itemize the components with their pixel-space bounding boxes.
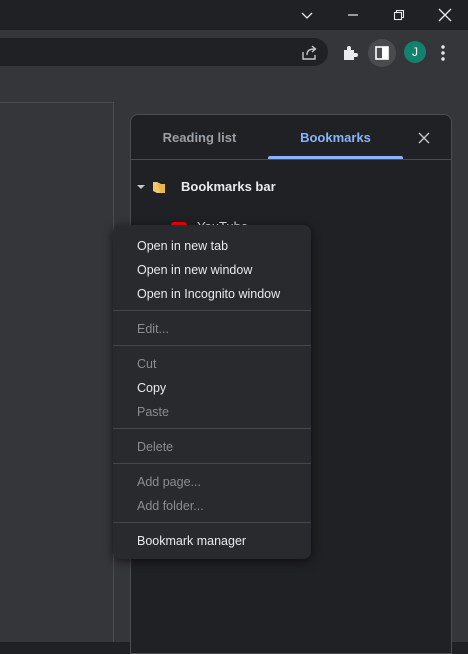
side-panel-button[interactable] xyxy=(368,39,396,67)
minimize-button[interactable] xyxy=(330,0,376,30)
menu-separator xyxy=(113,310,311,311)
menu-item-bookmark-manager[interactable]: Bookmark manager xyxy=(113,529,311,553)
tab-bookmarks[interactable]: Bookmarks xyxy=(268,115,403,159)
menu-item-cut[interactable]: Cut xyxy=(113,352,311,376)
folder-label: Bookmarks bar xyxy=(181,179,276,194)
menu-separator xyxy=(113,463,311,464)
restore-icon xyxy=(393,9,405,21)
menu-item-open-in-new-tab[interactable]: Open in new tab xyxy=(113,234,311,258)
close-icon xyxy=(438,8,452,22)
menu-item-paste[interactable]: Paste xyxy=(113,400,311,424)
profile-avatar[interactable]: J xyxy=(404,41,426,63)
tab-reading-list[interactable]: Reading list xyxy=(131,115,268,159)
menu-separator xyxy=(113,522,311,523)
menu-item-edit[interactable]: Edit... xyxy=(113,317,311,341)
address-bar[interactable] xyxy=(0,38,328,66)
minimize-icon xyxy=(348,14,358,16)
close-side-panel-button[interactable] xyxy=(415,129,433,147)
menu-item-copy[interactable]: Copy xyxy=(113,376,311,400)
menu-item-open-in-new-window[interactable]: Open in new window xyxy=(113,258,311,282)
close-icon xyxy=(418,132,430,144)
menu-separator xyxy=(113,345,311,346)
tab-divider xyxy=(131,159,451,160)
restore-button[interactable] xyxy=(376,0,422,30)
side-panel-icon xyxy=(375,46,389,60)
menu-icon[interactable] xyxy=(436,42,450,64)
tab-search-button[interactable] xyxy=(284,0,330,30)
extensions-icon[interactable] xyxy=(340,43,360,63)
folder-icon xyxy=(153,182,165,193)
bookmark-context-menu: Open in new tab Open in new window Open … xyxy=(113,225,311,559)
close-window-button[interactable] xyxy=(422,0,468,30)
expand-triangle-icon[interactable] xyxy=(137,183,145,191)
avatar-letter: J xyxy=(412,45,418,59)
chevron-down-icon xyxy=(301,12,313,19)
menu-item-delete[interactable]: Delete xyxy=(113,435,311,459)
menu-item-add-folder[interactable]: Add folder... xyxy=(113,494,311,518)
web-page-border xyxy=(0,102,114,642)
menu-separator xyxy=(113,428,311,429)
bookmarks-bar-folder[interactable]: Bookmarks bar xyxy=(131,173,451,201)
share-icon[interactable] xyxy=(300,44,320,62)
menu-item-open-in-incognito[interactable]: Open in Incognito window xyxy=(113,282,311,306)
menu-item-add-page[interactable]: Add page... xyxy=(113,470,311,494)
